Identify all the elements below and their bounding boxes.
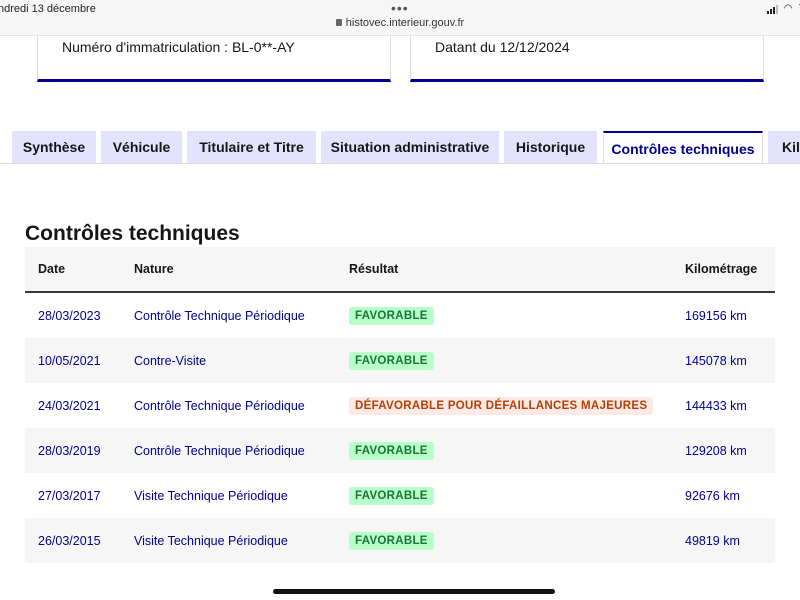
table-row: 28/03/2023 Contrôle Technique Périodique… [25, 293, 775, 338]
row-nature: Contre-Visite [134, 353, 207, 368]
tab-historique[interactable]: Historique [504, 131, 597, 163]
row-result: FAVORABLE [349, 428, 434, 473]
header-mileage: Kilométrage [685, 262, 758, 276]
table-row: 24/03/2021 Contrôle Technique Périodique… [25, 383, 775, 428]
header-result: Résultat [349, 262, 399, 276]
row-result: FAVORABLE [349, 473, 434, 518]
status-date: ndredi 13 décembre [0, 3, 96, 15]
result-badge: FAVORABLE [349, 531, 434, 550]
wifi-icon: ◠ [783, 3, 793, 14]
row-date: 26/03/2015 [38, 533, 101, 548]
row-date: 27/03/2017 [38, 488, 101, 503]
report-date-card: Datant du 12/12/2024 [410, 36, 764, 82]
url-text: histovec.interieur.gouv.fr [345, 17, 465, 29]
row-nature: Contrôle Technique Périodique [134, 443, 305, 458]
tab-bar: Synthèse Véhicule Titulaire et Titre Sit… [0, 131, 800, 164]
row-date: 28/03/2019 [38, 443, 101, 458]
address-bar[interactable]: histovec.interieur.gouv.fr [0, 17, 800, 29]
row-mileage: 49819 km [685, 533, 740, 548]
row-date: 28/03/2023 [38, 308, 101, 323]
row-result: FAVORABLE [349, 518, 434, 563]
tab-label: Kil [782, 139, 800, 155]
tab-label: Synthèse [22, 139, 86, 155]
tab-kilometrage[interactable]: Kil [768, 131, 800, 163]
table-row: 27/03/2017 Visite Technique Périodique F… [25, 473, 775, 518]
registration-number: Numéro d'immatriculation : BL-0**-AY [62, 39, 295, 55]
table-row: 10/05/2021 Contre-Visite FAVORABLE 14507… [25, 338, 775, 383]
status-bar: ndredi 13 décembre ••• histovec.interieu… [0, 0, 800, 36]
lock-icon [335, 19, 342, 26]
table-body: 28/03/2023 Contrôle Technique Périodique… [25, 293, 775, 563]
table-row: 28/03/2019 Contrôle Technique Périodique… [25, 428, 775, 473]
row-date: 10/05/2021 [38, 353, 101, 368]
row-mileage: 169156 km [685, 308, 747, 323]
result-badge: FAVORABLE [349, 486, 434, 505]
row-nature: Contrôle Technique Périodique [134, 398, 305, 413]
table-row: 26/03/2015 Visite Technique Périodique F… [25, 518, 775, 563]
row-mileage: 129208 km [685, 443, 747, 458]
row-mileage: 144433 km [685, 398, 747, 413]
row-nature: Visite Technique Périodique [134, 533, 288, 548]
tab-label: Contrôles techniques [611, 140, 755, 157]
header-nature: Nature [134, 262, 174, 276]
tab-label: Titulaire et Titre [199, 139, 304, 155]
status-indicators: ◠ 7 [766, 3, 800, 14]
row-result: FAVORABLE [349, 293, 434, 338]
home-indicator[interactable] [273, 589, 555, 594]
result-badge: FAVORABLE [349, 351, 434, 370]
row-nature: Visite Technique Périodique [134, 488, 288, 503]
header-date: Date [38, 262, 66, 276]
registration-card: Numéro d'immatriculation : BL-0**-AY [37, 36, 391, 82]
tab-label: Historique [515, 139, 586, 155]
row-mileage: 92676 km [685, 488, 740, 503]
row-result: DÉFAVORABLE POUR DÉFAILLANCES MAJEURES [349, 383, 654, 428]
tab-situation-administrative[interactable]: Situation administrative [321, 131, 499, 163]
row-date: 24/03/2021 [38, 398, 101, 413]
tab-vehicule[interactable]: Véhicule [101, 131, 182, 163]
tab-label: Véhicule [112, 139, 171, 155]
tab-titulaire[interactable]: Titulaire et Titre [187, 131, 316, 163]
result-badge: DÉFAVORABLE POUR DÉFAILLANCES MAJEURES [349, 396, 654, 415]
row-nature: Contrôle Technique Périodique [134, 308, 305, 323]
row-result: FAVORABLE [349, 338, 434, 383]
table-header: Date Nature Résultat Kilométrage [25, 247, 775, 293]
report-date: Datant du 12/12/2024 [435, 39, 570, 55]
result-badge: FAVORABLE [349, 306, 434, 325]
more-dots-icon[interactable]: ••• [391, 0, 409, 16]
result-badge: FAVORABLE [349, 441, 434, 460]
tab-controles-techniques[interactable]: Contrôles techniques [603, 131, 763, 164]
signal-icon [766, 4, 778, 14]
tab-label: Situation administrative [330, 139, 490, 155]
row-mileage: 145078 km [685, 353, 747, 368]
section-title: Contrôles techniques [25, 222, 240, 245]
inspection-table: Date Nature Résultat Kilométrage 28/03/2… [25, 247, 775, 563]
tab-synthese[interactable]: Synthèse [12, 131, 96, 163]
